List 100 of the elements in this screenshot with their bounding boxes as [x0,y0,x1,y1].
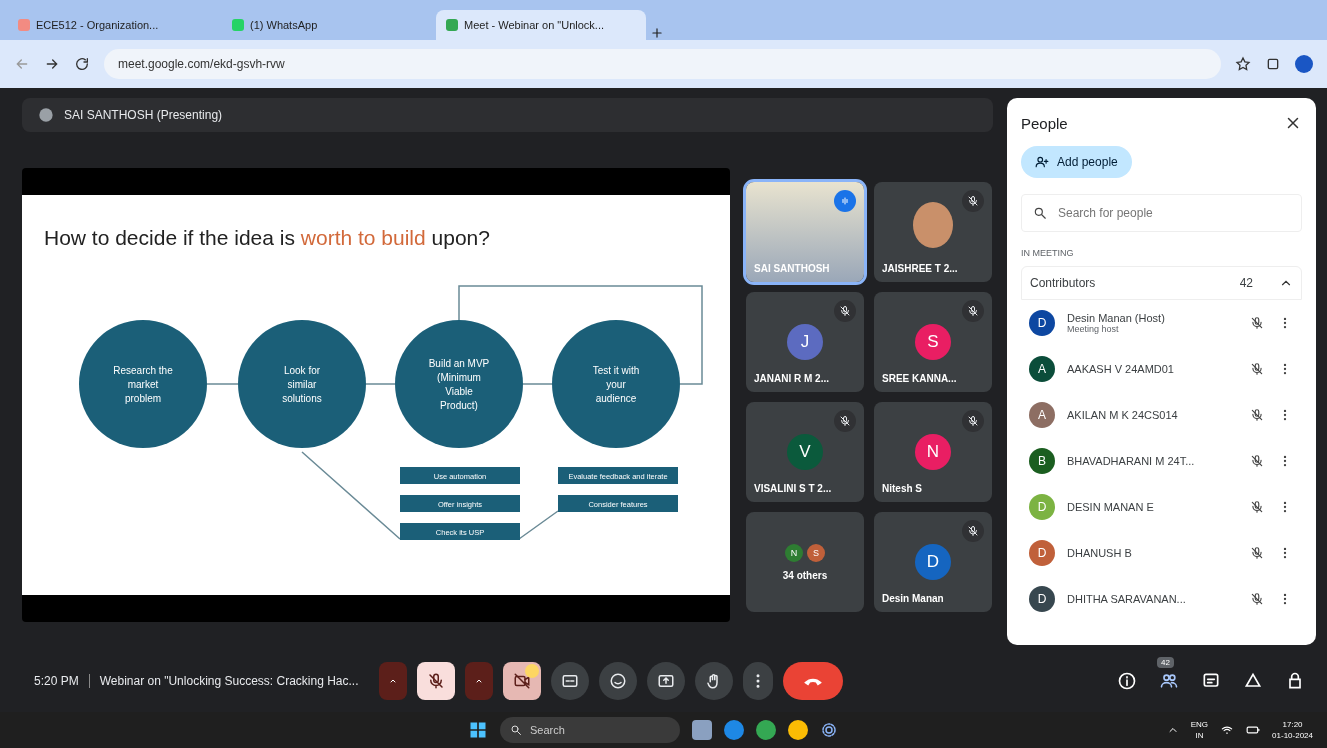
search-field[interactable]: Search for people [1021,194,1302,232]
muted-mic-icon [1250,316,1264,330]
person-name: Desin Manan (Host) [1067,312,1166,324]
reload-icon[interactable] [74,56,90,72]
presenter-avatar-icon [38,107,54,123]
captions-icon[interactable] [560,672,579,690]
person-name: DHANUSH B [1067,547,1133,559]
step-label: Research the market problem [113,365,173,404]
slide-title: How to decide if the idea is worth to build upon? [44,226,490,249]
others-count: 34 others [782,569,828,581]
person-name: DESIN MANAN E [1067,501,1155,513]
notification-dot [524,664,539,678]
muted-mic-icon [1250,546,1264,560]
region-indicator[interactable]: IN [1195,731,1204,740]
browser-app-icon[interactable] [756,720,776,740]
browser-app-icon[interactable] [788,720,808,740]
emoji-icon[interactable] [608,672,627,690]
sound-wave-icon [839,195,851,207]
browser-tab[interactable]: Meet - Webinar on "Unlock... [436,10,646,40]
add-person-icon [1035,155,1049,169]
person-avatar: A [1029,356,1055,382]
presenter-label: SAI SANTHOSH (Presenting) [64,108,223,122]
participant-name: Nitesh S [882,483,922,494]
muted-mic-icon [1250,592,1264,606]
new-tab-icon[interactable] [650,26,664,40]
info-icon[interactable] [1117,671,1137,691]
captions-button[interactable] [550,662,589,700]
person-avatar: B [1029,448,1055,474]
participant-name: VISALINI S T 2... [754,483,832,494]
meeting-title: Webinar on "Unlocking Success: Cracking Hac... [99,674,359,688]
add-people-button[interactable]: Add people [1021,146,1132,178]
wifi-icon[interactable] [1220,723,1235,737]
browser-tab[interactable]: (1) WhatsApp [222,10,432,40]
muted-mic-icon [839,415,851,427]
muted-mic-icon [1250,500,1264,514]
muted-mic-icon [839,305,851,317]
participant-avatar: N [915,434,951,470]
person-name: AKILAN M K 24CS014 [1067,409,1179,421]
people-icon [1159,671,1179,691]
reactions-button[interactable] [598,662,637,700]
participant-avatar: V [787,434,823,470]
participant-name: SREE KANNA... [882,373,957,384]
step-label: Test it with your audience [592,365,640,404]
muted-mic-icon [967,195,979,207]
search-icon [1033,206,1047,220]
muted-mic-icon [1250,454,1264,468]
search-icon [510,724,522,736]
gear-icon[interactable] [820,721,838,739]
participant-avatar: J [787,324,823,360]
raise-hand-button[interactable] [694,662,733,700]
battery-icon[interactable] [1246,723,1261,737]
star-icon[interactable] [1235,56,1251,72]
more-options-button[interactable] [742,662,773,700]
person-avatar: D [1029,540,1055,566]
step-label: Build an MVP (Minimum Viable Product) [428,358,490,411]
language-indicator[interactable]: ENG [1190,720,1209,729]
forward-icon[interactable] [44,56,60,72]
windows-start-icon[interactable] [468,720,488,740]
participant-name: JANANI R M 2... [754,373,829,384]
step-label: Look for similar solutions [282,365,322,404]
person-name: BHAVADHARANI M 24T... [1067,455,1196,467]
person-avatar: A [1029,402,1055,428]
browser-tab[interactable]: ECE512 - Organization... [8,10,218,40]
person-avatar: D [1029,310,1055,336]
microphone-button[interactable] [416,662,455,700]
clock-date[interactable]: 01-10-2024 [1272,731,1313,740]
participant-name: JAISHREE T 2... [882,263,958,274]
clock-time[interactable]: 17:20 [1282,720,1303,729]
participant-name: Desin Manan [882,593,944,604]
present-screen-icon[interactable] [656,672,675,690]
person-name: DHITHA SARAVANAN... [1067,593,1187,605]
muted-mic-icon [967,305,979,317]
taskbar-search[interactable]: Search [500,717,680,743]
present-button[interactable] [646,662,685,700]
participant-avatar: S [915,324,951,360]
panel-title: People [1021,114,1068,132]
leave-call-button[interactable] [782,662,843,700]
person-avatar: D [1029,586,1055,612]
participant-count-badge: 42 [1157,657,1174,668]
file-explorer-icon[interactable] [692,720,712,740]
person-avatar: D [1029,494,1055,520]
person-role: Meeting host [1067,324,1120,334]
meeting-time: 5:20 PM [34,674,79,688]
camera-off-icon [512,672,531,690]
profile-avatar[interactable] [1295,55,1313,73]
extensions-icon[interactable] [1265,56,1281,72]
muted-mic-icon [967,525,979,537]
muted-mic-icon [1250,362,1264,376]
person-name: AAKASH V 24AMD01 [1067,363,1175,375]
muted-mic-icon [1250,408,1264,422]
muted-mic-icon [967,415,979,427]
address-bar[interactable]: meet.google.com/ekd-gsvh-rvw [104,49,1221,79]
contributors-header[interactable]: Contributors 42 [1021,266,1302,300]
participant-avatar: N [785,543,803,562]
camera-button[interactable] [502,662,541,700]
participant-avatar: D [915,544,951,580]
participant-avatar: S [807,543,825,562]
browser-app-icon[interactable] [724,720,744,740]
muted-mic-icon [426,672,445,690]
photo-placeholder [913,202,953,248]
